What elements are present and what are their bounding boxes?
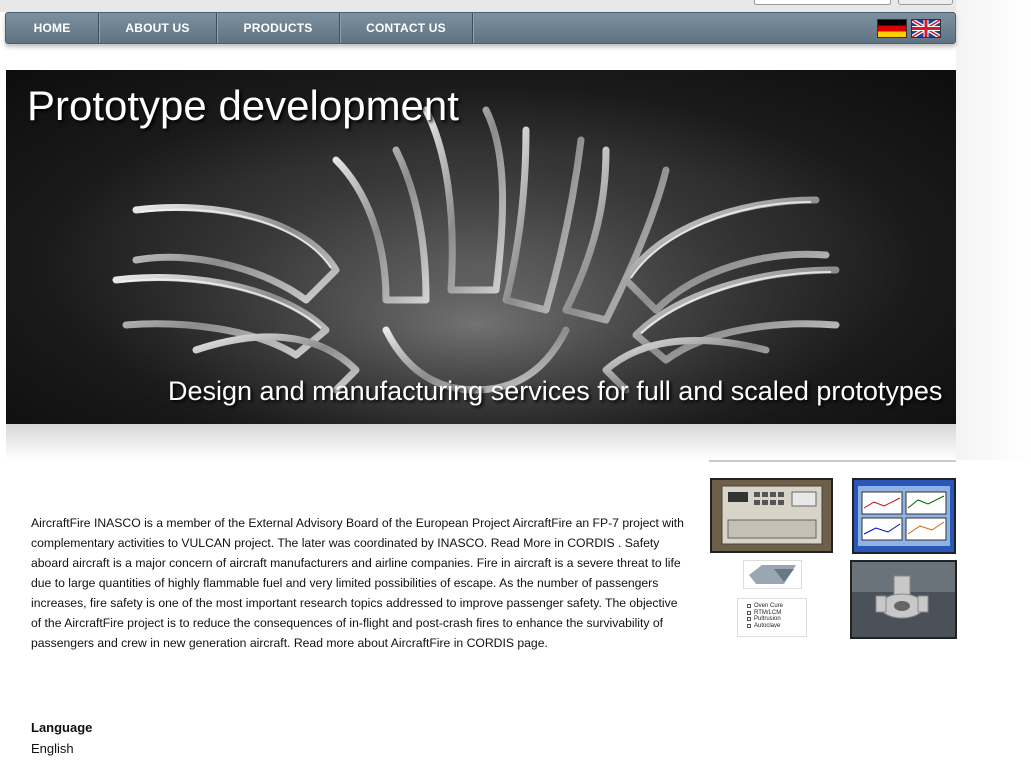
thumbnail-component[interactable]: [850, 560, 957, 639]
checkbox-icon: [747, 617, 751, 622]
control-unit-image: [712, 480, 831, 551]
search-button[interactable]: [898, 0, 953, 5]
banner-subtitle: Design and manufacturing services for fu…: [168, 376, 943, 406]
nav-home[interactable]: HOME: [6, 13, 99, 43]
german-flag-icon[interactable]: [877, 19, 907, 38]
hero-banner: Prototype development Design and manufac…: [6, 70, 956, 424]
language-label: Language: [31, 720, 93, 735]
checkbox-icon: [747, 623, 751, 628]
page-side-shading: [956, 0, 1031, 460]
nav-contact-us[interactable]: CONTACT US: [340, 13, 473, 43]
uk-flag-icon[interactable]: [911, 19, 941, 38]
banner-title: Prototype development: [27, 82, 459, 129]
language-flags: [877, 19, 941, 38]
company-logo-icon[interactable]: [743, 560, 802, 589]
nav-about-us[interactable]: ABOUT US: [99, 13, 217, 43]
search-input[interactable]: [754, 0, 891, 5]
process-list: Oven Cure RTM/LCM Pultrusion Autoclave: [737, 598, 807, 637]
software-screenshot-image: [854, 480, 954, 552]
process-item: Autoclave: [747, 623, 806, 630]
thumbnail-software[interactable]: [852, 478, 956, 554]
language-value: English: [31, 741, 74, 756]
process-item-label: Autoclave: [754, 622, 781, 629]
sidebar-divider: [709, 460, 956, 462]
nav-products[interactable]: PRODUCTS: [217, 13, 340, 43]
banner-shadow: [6, 424, 956, 460]
checkbox-icon: [747, 610, 751, 615]
article-text: AircraftFire INASCO is a member of the E…: [31, 516, 684, 650]
main-navigation: HOME ABOUT US PRODUCTS CONTACT US: [5, 12, 956, 44]
component-photo-image: [852, 562, 955, 637]
checkbox-icon: [747, 604, 751, 609]
thumbnail-equipment[interactable]: [710, 478, 833, 553]
